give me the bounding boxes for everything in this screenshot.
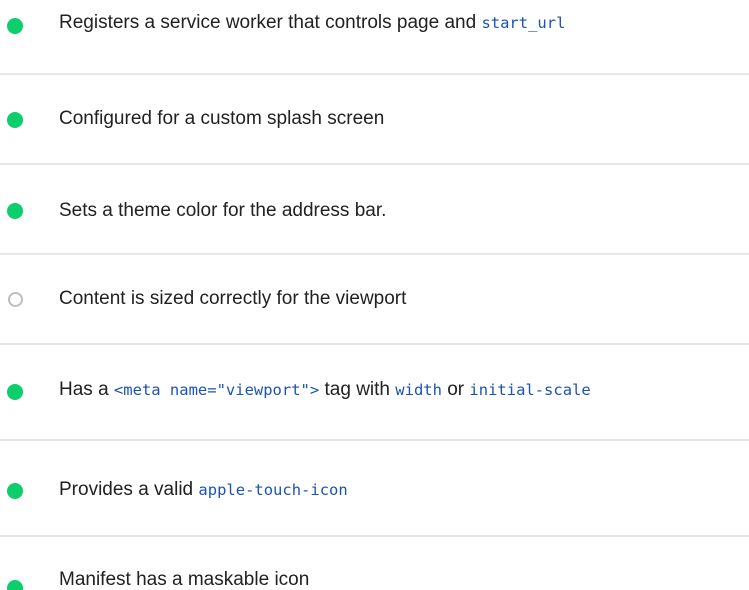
audit-title: Provides a valid apple-touch-icon	[59, 478, 348, 502]
code-initial-scale: initial-scale	[469, 381, 591, 399]
audit-title-text: Has a	[59, 379, 114, 400]
audit-row-apple-touch-icon[interactable]: Provides a valid apple-touch-icon	[0, 441, 749, 535]
audit-title: Manifest has a maskable icon	[59, 568, 309, 590]
pass-circle-icon	[7, 384, 23, 400]
audit-row-content-sized[interactable]: Content is sized correctly for the viewp…	[0, 255, 749, 343]
audit-title: Registers a service worker that controls…	[59, 11, 565, 35]
audit-row-splash-screen[interactable]: Configured for a custom splash screen	[0, 75, 749, 163]
audit-title-text: tag with	[319, 379, 396, 400]
audit-list: Registers a service worker that controls…	[0, 0, 749, 590]
audit-row-theme-color[interactable]: Sets a theme color for the address bar.	[0, 165, 749, 253]
code-apple-touch-icon: apple-touch-icon	[198, 481, 348, 499]
code-meta-viewport: <meta name="viewport">	[113, 381, 320, 399]
audit-row-meta-viewport[interactable]: Has a <meta name="viewport"> tag with wi…	[0, 345, 749, 439]
audit-title-text: Configured for a custom splash screen	[59, 108, 385, 129]
audit-title-text: Sets a theme color for the address bar.	[59, 200, 387, 221]
audit-title: Content is sized correctly for the viewp…	[59, 287, 406, 311]
audit-row-service-worker[interactable]: Registers a service worker that controls…	[0, 0, 749, 74]
hollow-circle-icon	[8, 292, 23, 307]
audit-title-text: Provides a valid	[59, 479, 199, 500]
audit-title: Has a <meta name="viewport"> tag with wi…	[59, 378, 591, 402]
pass-circle-icon	[7, 112, 23, 128]
audit-title-text: or	[441, 379, 470, 400]
pass-circle-icon	[7, 580, 23, 590]
code-width: width	[395, 381, 442, 399]
audit-title: Configured for a custom splash screen	[59, 107, 384, 131]
code-start-url: start_url	[481, 14, 566, 32]
audit-title-text: Manifest has a maskable icon	[59, 569, 310, 590]
pass-circle-icon	[7, 18, 23, 34]
audit-title: Sets a theme color for the address bar.	[59, 199, 386, 223]
pass-circle-icon	[7, 203, 23, 219]
audit-title-text: Registers a service worker that controls…	[59, 12, 482, 33]
audit-title-text: Content is sized correctly for the viewp…	[59, 288, 407, 309]
pass-circle-icon	[7, 483, 23, 499]
audit-row-maskable-icon[interactable]: Manifest has a maskable icon	[0, 537, 749, 590]
